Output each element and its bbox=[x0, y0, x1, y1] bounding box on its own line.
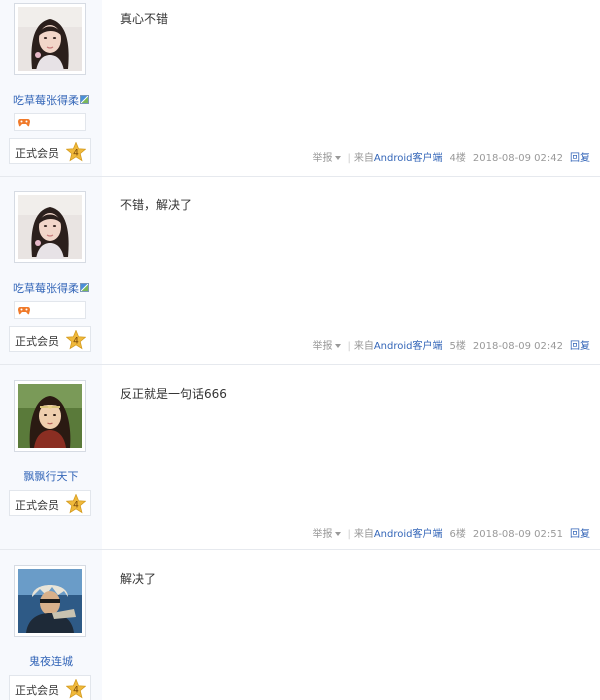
username-text[interactable]: 鬼夜连城 bbox=[29, 655, 73, 668]
author-sidebar: 吃草莓张得柔 正式会员 4 bbox=[0, 0, 102, 176]
level-number: 4 bbox=[73, 337, 79, 347]
gamepad-icon[interactable] bbox=[18, 117, 30, 127]
star-icon: 4 bbox=[66, 330, 86, 350]
medal-badge bbox=[14, 301, 86, 319]
username-link[interactable]: 鬼夜连城 bbox=[0, 653, 102, 669]
username-link[interactable]: 吃草莓张得柔 bbox=[0, 280, 102, 296]
caret-down-icon[interactable] bbox=[335, 155, 342, 160]
username-text[interactable]: 吃草莓张得柔 bbox=[13, 282, 79, 295]
reply-link[interactable]: 回复 bbox=[570, 337, 590, 352]
report-link[interactable]: 举报 bbox=[312, 149, 332, 164]
post-time: 2018-08-09 02:42 bbox=[472, 153, 563, 164]
medal-badge bbox=[14, 113, 86, 131]
caret-down-icon[interactable] bbox=[335, 531, 342, 536]
avatar[interactable] bbox=[14, 191, 86, 263]
client-link[interactable]: Android客户端 bbox=[374, 149, 443, 164]
member-role-label: 正式会员 bbox=[15, 499, 59, 512]
post-footer: 举报 | 来自Android客户端 4楼 2018-08-09 02:42 回复 bbox=[312, 149, 590, 164]
post-time: 2018-08-09 02:42 bbox=[472, 341, 563, 352]
post-content: 真心不错 bbox=[120, 12, 169, 26]
member-role-box: 正式会员 4 bbox=[9, 675, 91, 700]
username-text[interactable]: 飘飘行天下 bbox=[24, 470, 79, 483]
post-content: 反正就是一句话666 bbox=[120, 387, 227, 401]
author-sidebar: 鬼夜连城 正式会员 4 bbox=[0, 550, 102, 700]
post-item: 鬼夜连城 正式会员 4 解决了 bbox=[0, 550, 600, 700]
member-role-box: 正式会员 4 bbox=[9, 138, 91, 164]
star-icon: 4 bbox=[66, 142, 86, 162]
report-link[interactable]: 举报 bbox=[312, 525, 332, 540]
floor-number: 5楼 bbox=[449, 341, 466, 352]
avatar[interactable] bbox=[14, 3, 86, 75]
level-number: 4 bbox=[73, 686, 79, 696]
edit-icon[interactable] bbox=[80, 283, 89, 292]
avatar-image bbox=[18, 7, 82, 71]
post-body: 真心不错 举报 | 来自Android客户端 4楼 2018-08-09 02:42 回复 bbox=[102, 0, 600, 176]
username-link[interactable]: 吃草莓张得柔 bbox=[0, 92, 102, 108]
client-link[interactable]: Android客户端 bbox=[374, 337, 443, 352]
post-body: 不错，解决了 举报 | 来自Android客户端 5楼 2018-08-09 02:42… bbox=[102, 177, 600, 364]
footer-divider: | bbox=[347, 153, 351, 164]
member-role-box: 正式会员 4 bbox=[9, 490, 91, 516]
post-body: 解决了 bbox=[102, 550, 600, 700]
author-sidebar: 吃草莓张得柔 正式会员 4 bbox=[0, 177, 102, 364]
star-icon: 4 bbox=[66, 679, 86, 699]
avatar-image bbox=[18, 384, 82, 448]
post-content: 解决了 bbox=[120, 572, 157, 586]
post-item: 飘飘行天下 正式会员 4 反正就是一句话666 举报 | 来自Android客户端 6… bbox=[0, 365, 600, 549]
member-role-box: 正式会员 4 bbox=[9, 326, 91, 352]
floor-number: 4楼 bbox=[449, 153, 466, 164]
member-role-label: 正式会员 bbox=[15, 684, 59, 697]
footer-divider: | bbox=[347, 341, 351, 352]
post-footer: 举报 | 来自Android客户端 5楼 2018-08-09 02:42 回复 bbox=[312, 337, 590, 352]
post-body: 反正就是一句话666 举报 | 来自Android客户端 6楼 2018-08-09 0… bbox=[102, 365, 600, 549]
floor-number: 6楼 bbox=[449, 529, 466, 540]
post-item: 吃草莓张得柔 正式会员 4 真心不错 举报 | 来自Android客户端 4楼 2018… bbox=[0, 0, 600, 176]
member-role-label: 正式会员 bbox=[15, 147, 59, 160]
avatar-image bbox=[18, 569, 82, 633]
reply-link[interactable]: 回复 bbox=[570, 149, 590, 164]
post-item: 吃草莓张得柔 正式会员 4 不错，解决了 举报 | 来自Android客户端 5楼 20… bbox=[0, 177, 600, 364]
caret-down-icon[interactable] bbox=[335, 343, 342, 348]
edit-icon[interactable] bbox=[80, 95, 89, 104]
reply-link[interactable]: 回复 bbox=[570, 525, 590, 540]
avatar[interactable] bbox=[14, 380, 86, 452]
avatar[interactable] bbox=[14, 565, 86, 637]
from-prefix: 来自 bbox=[353, 341, 374, 352]
footer-divider: | bbox=[347, 529, 351, 540]
star-icon: 4 bbox=[66, 494, 86, 514]
post-time: 2018-08-09 02:51 bbox=[472, 529, 563, 540]
username-text[interactable]: 吃草莓张得柔 bbox=[13, 94, 79, 107]
from-prefix: 来自 bbox=[353, 153, 374, 164]
username-link[interactable]: 飘飘行天下 bbox=[0, 468, 102, 484]
level-number: 4 bbox=[73, 149, 79, 159]
avatar-image bbox=[18, 195, 82, 259]
author-sidebar: 飘飘行天下 正式会员 4 bbox=[0, 365, 102, 549]
from-prefix: 来自 bbox=[353, 529, 374, 540]
gamepad-icon[interactable] bbox=[18, 305, 30, 315]
report-link[interactable]: 举报 bbox=[312, 337, 332, 352]
client-link[interactable]: Android客户端 bbox=[374, 525, 443, 540]
post-footer: 举报 | 来自Android客户端 6楼 2018-08-09 02:51 回复 bbox=[312, 525, 590, 540]
member-role-label: 正式会员 bbox=[15, 335, 59, 348]
post-content: 不错，解决了 bbox=[120, 198, 193, 212]
level-number: 4 bbox=[73, 501, 79, 511]
